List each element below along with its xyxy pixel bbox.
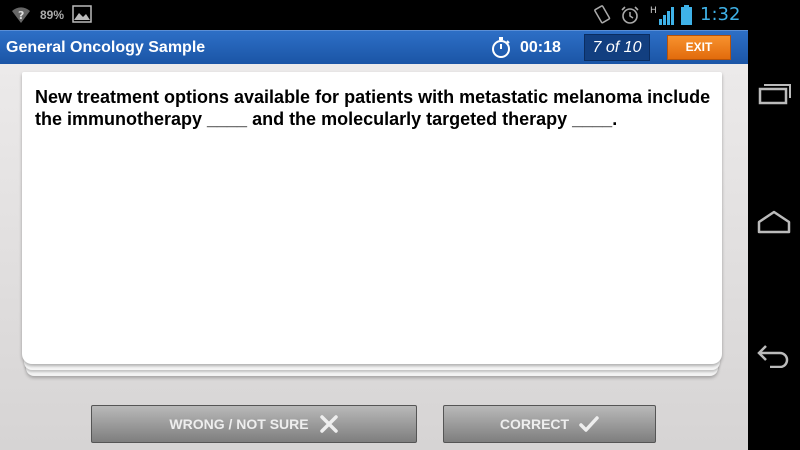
page-title: General Oncology Sample — [6, 39, 206, 56]
status-bar: ? 89% H 1:32 — [0, 0, 748, 30]
battery-percent: 89% — [40, 8, 65, 22]
vibrate-icon — [594, 5, 611, 24]
system-nav-bar — [748, 0, 800, 450]
question-text: New treatment options available for pati… — [35, 87, 711, 129]
quiz-content: New treatment options available for pati… — [0, 64, 748, 450]
wifi-question-icon: ? — [12, 7, 30, 23]
quiz-timer: 00:18 — [520, 39, 561, 56]
svg-text:H: H — [650, 6, 657, 16]
correct-button[interactable]: CORRECT — [443, 405, 656, 443]
correct-button-label: CORRECT — [499, 416, 570, 432]
exit-button[interactable]: EXIT — [667, 35, 731, 60]
question-progress: 7 of 10 — [584, 34, 650, 61]
app-header: General Oncology Sample 00:18 7 of 10 EX… — [0, 30, 748, 64]
wrong-not-sure-button[interactable]: WRONG / NOT SURE — [91, 405, 417, 443]
gallery-icon — [72, 5, 92, 23]
signal-icon: H — [650, 6, 674, 25]
battery-icon — [681, 5, 692, 25]
alarm-icon — [621, 6, 639, 24]
back-icon[interactable] — [756, 340, 792, 368]
checkmark-icon — [579, 416, 599, 432]
wrong-button-label: WRONG / NOT SURE — [169, 416, 309, 432]
recent-apps-icon[interactable] — [756, 80, 792, 108]
close-x-icon — [319, 415, 338, 433]
svg-text:?: ? — [18, 9, 24, 22]
clock-time: 1:32 — [700, 4, 741, 25]
home-icon[interactable] — [756, 208, 792, 236]
flashcard: New treatment options available for pati… — [22, 72, 722, 364]
stopwatch-icon — [492, 37, 510, 58]
